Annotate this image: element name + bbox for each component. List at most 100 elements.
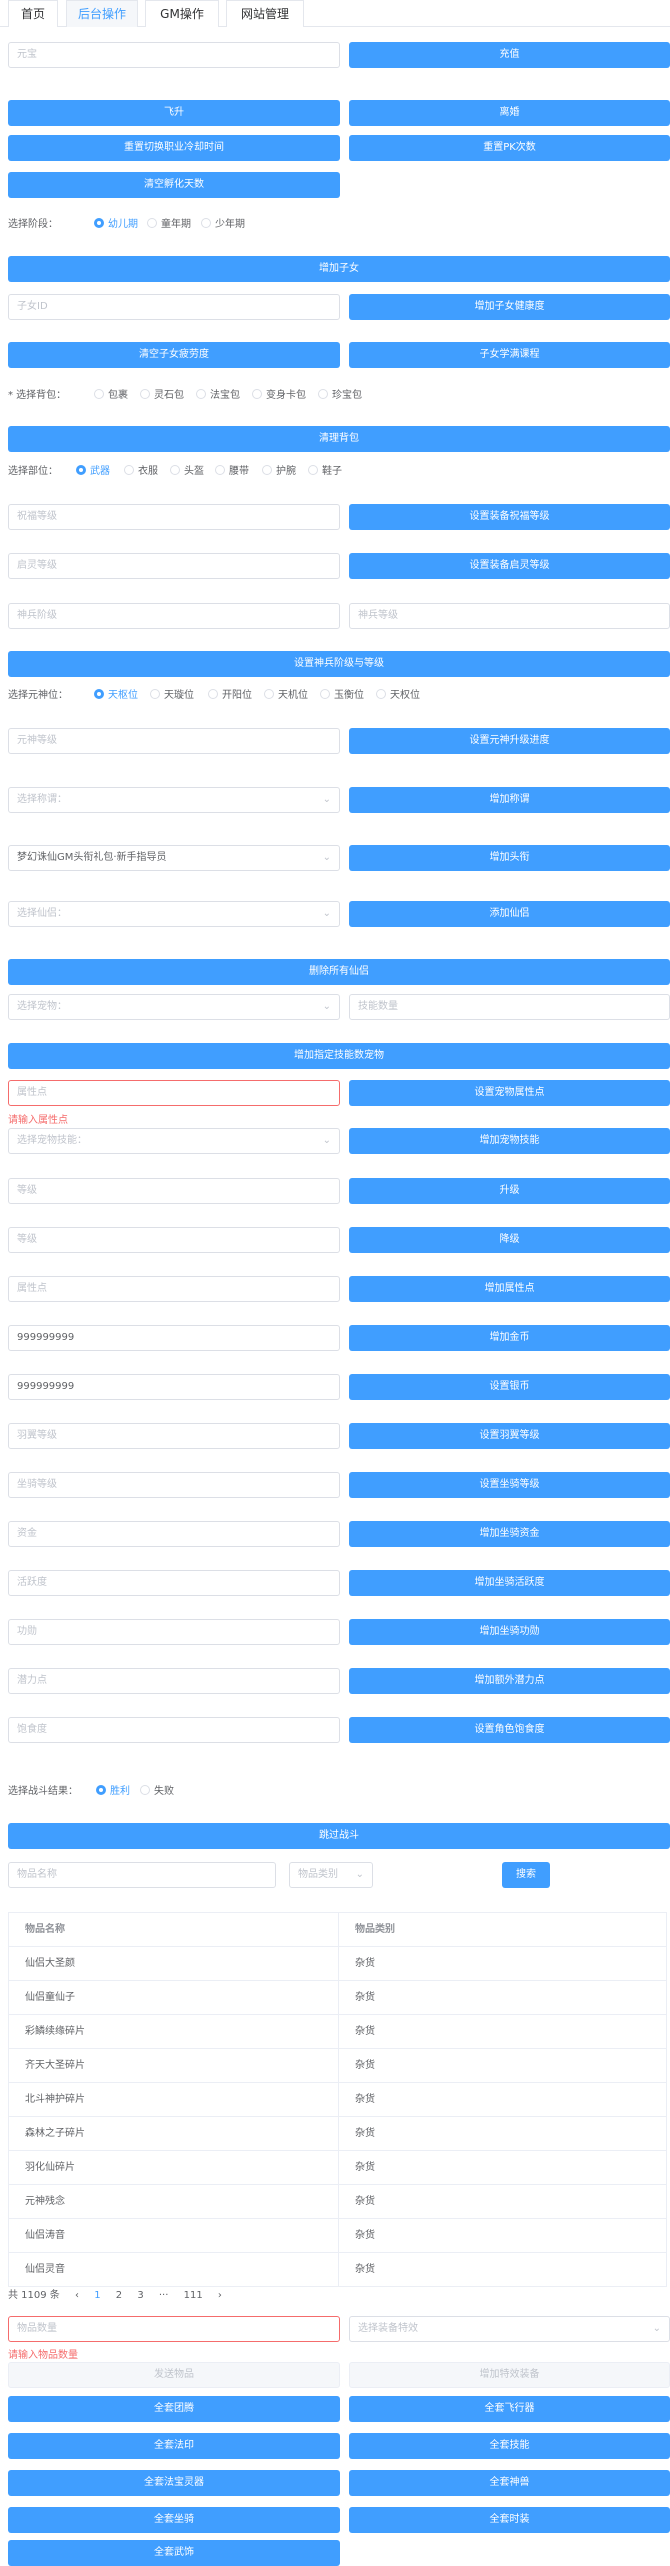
tab-backend-ops[interactable]: 后台操作 xyxy=(66,0,138,27)
item-qty-input[interactable]: 物品数量 xyxy=(8,2316,340,2342)
pet-skill-select[interactable]: 选择宠物技能： ⌄ xyxy=(8,1128,340,1154)
potential-input[interactable]: 潜力点 xyxy=(8,1668,340,1694)
all-totem-button[interactable]: 全套团腾 xyxy=(8,2396,340,2422)
coin-input[interactable]: 999999999 xyxy=(8,1374,340,1400)
attr-point-input[interactable]: 属性点 xyxy=(8,1276,340,1302)
all-ornament-button[interactable]: 全套武饰 xyxy=(8,2540,340,2566)
battle-radio-lose[interactable]: 失败 xyxy=(140,1782,174,1797)
all-divine-beast-button[interactable]: 全套神兽 xyxy=(349,2470,670,2496)
set-mount-button[interactable]: 设置坐骑等级 xyxy=(349,1472,670,1498)
title-select[interactable]: 选择称谓： ⌄ xyxy=(8,787,340,813)
table-row[interactable]: 元神残念 杂货 xyxy=(9,2185,666,2219)
table-row[interactable]: 仙侣涛音 杂货 xyxy=(9,2219,666,2253)
level-input[interactable]: 等级 xyxy=(8,1178,340,1204)
tab-home[interactable]: 首页 xyxy=(8,0,58,27)
stage-radio-youth[interactable]: 少年期 xyxy=(201,215,245,230)
add-child-button[interactable]: 增加子女 xyxy=(8,256,670,282)
bag-radio-stone[interactable]: 灵石包 xyxy=(140,386,184,401)
skip-battle-button[interactable]: 跳过战斗 xyxy=(8,1823,670,1849)
part-radio-clothes[interactable]: 衣服 xyxy=(124,462,158,477)
reset-job-cd-button[interactable]: 重置切换职业冷却时间 xyxy=(8,135,340,161)
send-item-button[interactable]: 发送物品 xyxy=(8,2362,340,2388)
ascend-button[interactable]: 飞升 xyxy=(8,100,340,126)
set-yuanshen-button[interactable]: 设置元神升级进度 xyxy=(349,728,670,754)
next-page-button[interactable]: › xyxy=(218,2290,222,2301)
set-soul-button[interactable]: 设置装备启灵等级 xyxy=(349,553,670,579)
page-111[interactable]: 111 xyxy=(184,2290,203,2301)
add-head-button[interactable]: 增加头衔 xyxy=(349,845,670,871)
divorce-button[interactable]: 离婚 xyxy=(349,100,670,126)
part-radio-bracer[interactable]: 护腕 xyxy=(262,462,296,477)
add-immortal-button[interactable]: 添加仙侣 xyxy=(349,901,670,927)
yuanbao-input[interactable]: 元宝 xyxy=(8,42,340,68)
all-treasure-button[interactable]: 全套法宝灵器 xyxy=(8,2470,340,2496)
soul-level-input[interactable]: 启灵等级 xyxy=(8,553,340,579)
part-radio-belt[interactable]: 腰带 xyxy=(215,462,249,477)
set-divine-button[interactable]: 设置神兵阶级与等级 xyxy=(8,651,670,677)
clear-child-fatigue-button[interactable]: 清空子女疲劳度 xyxy=(8,342,340,368)
set-wing-button[interactable]: 设置羽翼等级 xyxy=(349,1423,670,1449)
tab-site-admin[interactable]: 网站管理 xyxy=(226,0,304,27)
recharge-button[interactable]: 充值 xyxy=(349,42,670,68)
prev-page-button[interactable]: ‹ xyxy=(75,2290,79,2301)
child-study-button[interactable]: 子女学满课程 xyxy=(349,342,670,368)
battle-radio-win[interactable]: 胜利 xyxy=(96,1782,130,1797)
effect-select[interactable]: 选择装备特效 ⌄ xyxy=(349,2316,670,2342)
add-specified-pet-button[interactable]: 增加指定技能数宠物 xyxy=(8,1043,670,1069)
stage-radio-infant[interactable]: 幼儿期 xyxy=(94,215,138,230)
add-gold-button[interactable]: 增加金币 xyxy=(349,1325,670,1351)
set-satiety-button[interactable]: 设置角色饱食度 xyxy=(349,1717,670,1743)
tab-gm-ops[interactable]: GM操作 xyxy=(145,0,219,27)
table-row[interactable]: 仙侣童仙子 杂货 xyxy=(9,1981,666,2015)
bag-radio-card[interactable]: 变身卡包 xyxy=(252,386,306,401)
add-mount-active-button[interactable]: 增加坐骑活跃度 xyxy=(349,1570,670,1596)
skill-count-input[interactable]: 技能数量 xyxy=(349,994,670,1020)
bag-radio-treasure[interactable]: 法宝包 xyxy=(196,386,240,401)
bag-radio-jewel[interactable]: 珍宝包 xyxy=(318,386,362,401)
search-button[interactable]: 搜索 xyxy=(502,1862,550,1888)
part-radio-helmet[interactable]: 头盔 xyxy=(170,462,204,477)
gold-input[interactable]: 999999999 xyxy=(8,1325,340,1351)
yuanshen-radio-5[interactable]: 玉衡位 xyxy=(320,686,364,701)
table-row[interactable]: 羽化仙碎片 杂货 xyxy=(9,2151,666,2185)
table-row[interactable]: 仙侣灵音 杂货 xyxy=(9,2253,666,2287)
yuanshen-radio-3[interactable]: 开阳位 xyxy=(208,686,252,701)
table-row[interactable]: 森林之子碎片 杂货 xyxy=(9,2117,666,2151)
add-potential-button[interactable]: 增加额外潜力点 xyxy=(349,1668,670,1694)
bless-level-input[interactable]: 祝福等级 xyxy=(8,504,340,530)
part-radio-weapon[interactable]: 武器 xyxy=(76,462,110,477)
add-special-equip-button[interactable]: 增加特效装备 xyxy=(349,2362,670,2388)
yuanshen-level-input[interactable]: 元神等级 xyxy=(8,728,340,754)
bag-radio-package[interactable]: 包裹 xyxy=(94,386,128,401)
yuanshen-radio-6[interactable]: 天权位 xyxy=(376,686,420,701)
pet-select[interactable]: 选择宠物： ⌄ xyxy=(8,994,340,1020)
table-row[interactable]: 彩鳞续缘碎片 杂货 xyxy=(9,2015,666,2049)
child-health-button[interactable]: 增加子女健康度 xyxy=(349,294,670,320)
level2-input[interactable]: 等级 xyxy=(8,1227,340,1253)
item-name-input[interactable]: 物品名称 xyxy=(8,1862,276,1888)
all-fashion-button[interactable]: 全套时装 xyxy=(349,2507,670,2533)
all-aircraft-button[interactable]: 全套飞行器 xyxy=(349,2396,670,2422)
yuanshen-radio-1[interactable]: 天枢位 xyxy=(94,686,138,701)
reset-pk-button[interactable]: 重置PK次数 xyxy=(349,135,670,161)
add-mount-fund-button[interactable]: 增加坐骑资金 xyxy=(349,1521,670,1547)
item-type-select[interactable]: 物品类别 ⌄ xyxy=(289,1862,373,1888)
page-2[interactable]: 2 xyxy=(116,2290,122,2301)
part-radio-shoes[interactable]: 鞋子 xyxy=(308,462,342,477)
clear-incubate-button[interactable]: 清空孵化天数 xyxy=(8,172,340,198)
satiety-input[interactable]: 饱食度 xyxy=(8,1717,340,1743)
wing-level-input[interactable]: 羽翼等级 xyxy=(8,1423,340,1449)
table-row[interactable]: 北斗神护碎片 杂货 xyxy=(9,2083,666,2117)
stage-radio-child[interactable]: 童年期 xyxy=(147,215,191,230)
upgrade-button[interactable]: 升级 xyxy=(349,1178,670,1204)
child-id-input[interactable]: 子女ID xyxy=(8,294,340,320)
table-row[interactable]: 齐天大圣碎片 杂货 xyxy=(9,2049,666,2083)
add-title-button[interactable]: 增加称谓 xyxy=(349,787,670,813)
set-bless-button[interactable]: 设置装备祝福等级 xyxy=(349,504,670,530)
pet-attr-input[interactable]: 属性点 xyxy=(8,1080,340,1106)
all-seal-button[interactable]: 全套法印 xyxy=(8,2433,340,2459)
add-pet-skill-button[interactable]: 增加宠物技能 xyxy=(349,1128,670,1154)
yuanshen-radio-4[interactable]: 天机位 xyxy=(264,686,308,701)
divine-level-input[interactable]: 神兵等级 xyxy=(349,603,670,629)
yuanshen-radio-2[interactable]: 天璇位 xyxy=(150,686,194,701)
